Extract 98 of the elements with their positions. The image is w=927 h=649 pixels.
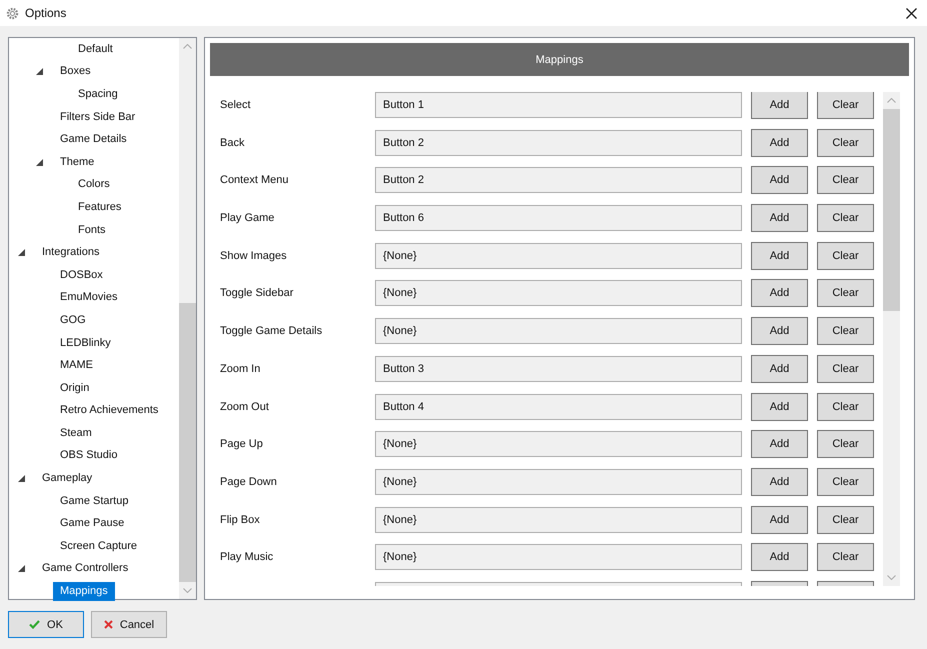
mapping-field[interactable]: Button 2 (375, 130, 742, 156)
clear-button[interactable]: Clear (817, 354, 874, 383)
tree-item[interactable]: Mappings (53, 582, 115, 602)
clear-button[interactable]: Clear (817, 468, 874, 496)
mapping-field[interactable]: {None} (375, 431, 742, 458)
panel-header: Mappings (210, 43, 909, 76)
tree-item[interactable]: Fonts (71, 220, 113, 240)
scroll-down-icon[interactable] (183, 588, 192, 593)
add-button[interactable]: Add (751, 279, 808, 308)
tree-item[interactable]: Game Startup (53, 492, 136, 511)
add-button[interactable]: Add (751, 430, 808, 458)
tree-item[interactable]: Colors (71, 175, 117, 194)
tree-item[interactable]: OBS Studio (53, 446, 124, 466)
mapping-field[interactable]: Button 2 (375, 167, 742, 194)
tree-item[interactable]: Origin (53, 378, 96, 398)
tree-item[interactable]: Game Details (53, 130, 134, 150)
add-button[interactable]: Add (751, 317, 808, 346)
mapping-label: Flip Box (220, 512, 261, 528)
tree-item[interactable]: Retro Achievements (53, 401, 166, 420)
tree-item[interactable]: Steam (53, 424, 99, 443)
tree-item[interactable]: Features (71, 198, 128, 217)
checkmark-icon (29, 620, 40, 629)
expanded-arrow-icon[interactable] (36, 158, 43, 166)
expanded-arrow-icon[interactable] (18, 475, 25, 482)
mapping-field[interactable]: {None} (375, 318, 742, 344)
clear-button[interactable]: Clear (817, 543, 874, 572)
mapping-label: Back (220, 136, 246, 151)
mapping-label: Toggle Game Details (220, 324, 324, 340)
mapping-field[interactable]: {None} (375, 468, 742, 495)
mapping-field[interactable]: {None} (375, 242, 742, 269)
mapping-label: Zoom Out (220, 400, 270, 414)
mapping-label: Select (220, 98, 252, 113)
clear-button[interactable]: Clear (817, 279, 874, 308)
mapping-field[interactable]: Button 6 (375, 205, 742, 232)
scrollbar[interactable] (883, 92, 900, 586)
add-button[interactable]: Add (751, 204, 808, 232)
mapping-label: Zoom In (220, 362, 262, 377)
mapping-field[interactable]: {None} (375, 544, 742, 570)
mapping-field[interactable]: {None} (375, 506, 742, 533)
cross-icon (104, 620, 113, 629)
mapping-field[interactable]: {None} (375, 280, 742, 306)
add-button[interactable]: Add (751, 354, 808, 383)
expanded-arrow-icon[interactable] (18, 565, 25, 572)
add-button[interactable]: Add (751, 242, 808, 270)
scroll-thumb[interactable] (179, 302, 196, 582)
mapping-field[interactable]: Button 1 (375, 92, 742, 118)
add-button[interactable]: Add (751, 92, 808, 119)
mapping-label: Context Menu (220, 173, 290, 188)
tree-item[interactable]: Filters Side Bar (53, 108, 142, 127)
mapping-label: Toggle Sidebar (220, 286, 294, 302)
mapping-label: Page Down (220, 474, 278, 490)
tree-item[interactable]: EmuMovies (53, 288, 124, 308)
scroll-up-icon[interactable] (887, 98, 896, 103)
scroll-thumb[interactable] (883, 109, 900, 312)
tree-item[interactable]: LEDBlinky (53, 334, 118, 353)
cancel-button[interactable]: Cancel (91, 611, 167, 638)
mapping-label: Show Images (220, 248, 288, 264)
mapping-label: Page Up (220, 437, 264, 452)
tree-item[interactable]: Boxes (53, 62, 98, 82)
tree-item[interactable]: GOG (53, 310, 93, 330)
tree-item[interactable]: MAME (53, 356, 100, 376)
add-button[interactable]: Add (751, 392, 808, 420)
add-button[interactable]: Add (751, 128, 808, 157)
clear-button[interactable]: Clear (817, 242, 874, 270)
add-button[interactable]: Add (751, 543, 808, 572)
close-icon[interactable] (906, 8, 917, 18)
scroll-down-icon[interactable] (887, 575, 896, 580)
clear-button[interactable]: Clear (817, 430, 874, 458)
clear-button[interactable]: Clear (817, 128, 874, 157)
scrollbar[interactable] (179, 38, 196, 599)
expanded-arrow-icon[interactable] (18, 249, 25, 256)
tree-item[interactable]: Default (71, 40, 120, 59)
mapping-label: Play Game (220, 211, 276, 226)
ok-button[interactable]: OK (8, 611, 84, 638)
tree-item[interactable]: Screen Capture (53, 536, 144, 556)
clear-button[interactable]: Clear (817, 506, 874, 534)
mapping-label: Play Music (220, 550, 274, 566)
scroll-up-icon[interactable] (183, 44, 192, 49)
expanded-arrow-icon[interactable] (36, 68, 43, 76)
gear-icon (6, 6, 19, 20)
tree-item[interactable]: Spacing (71, 84, 125, 104)
tree-item[interactable]: Integrations (35, 243, 106, 262)
clear-button[interactable]: Clear (817, 204, 874, 232)
tree-item[interactable]: Theme (53, 152, 102, 172)
add-button[interactable]: Add (751, 506, 808, 534)
window-title: Options (25, 6, 68, 20)
clear-button[interactable]: Clear (817, 92, 874, 119)
tree-item[interactable]: Gameplay (35, 469, 100, 488)
mapping-field[interactable]: Button 4 (375, 394, 742, 420)
clear-button[interactable]: Clear (817, 166, 874, 194)
clear-button[interactable]: Clear (817, 317, 874, 346)
add-button[interactable]: Add (751, 468, 808, 496)
tree-item[interactable]: Game Pause (53, 514, 132, 534)
clear-button[interactable]: Clear (817, 392, 874, 420)
add-button[interactable]: Add (751, 166, 808, 194)
tree-item[interactable]: DOSBox (53, 266, 110, 285)
mapping-field[interactable]: Button 3 (375, 356, 742, 382)
tree-item[interactable]: Game Controllers (35, 559, 136, 578)
